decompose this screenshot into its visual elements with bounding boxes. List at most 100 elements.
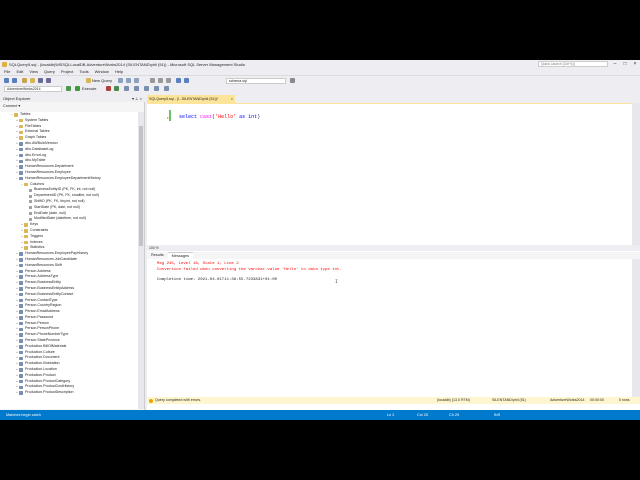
menu-window[interactable]: Window	[95, 68, 109, 75]
editor-horizontal-scrollbar[interactable]: 100 %	[147, 245, 640, 251]
menu-view[interactable]: View	[29, 68, 38, 75]
string-literal: 'Hello'	[215, 114, 237, 120]
messages-scrollbar[interactable]	[632, 259, 640, 397]
plan-icon[interactable]	[124, 86, 129, 91]
status-line: Ln 2	[387, 413, 395, 417]
pin-icon[interactable]: ▾ ⊥ ×	[132, 95, 142, 102]
keyword-select: select	[179, 114, 198, 120]
table-icon	[19, 142, 23, 146]
parse-icon[interactable]	[114, 86, 119, 91]
scroll-thumb[interactable]	[139, 126, 143, 246]
maximize-icon[interactable]: □	[620, 60, 630, 68]
code-line[interactable]: select cast('Hello' as int)	[179, 114, 260, 120]
table-icon	[19, 304, 23, 308]
menu-query[interactable]: Query	[44, 68, 55, 75]
object-tree[interactable]: − Tables + System Tables + FileTables + Externa…	[0, 112, 138, 409]
document-area: SQLQuery5.sql - (l...SILENTAND\phil (51)…	[147, 95, 640, 410]
new-query-icon[interactable]	[86, 78, 91, 83]
col-icon	[29, 211, 32, 215]
menu-tools[interactable]: Tools	[79, 68, 88, 75]
table-icon	[19, 147, 23, 152]
keyword-int: int	[248, 114, 258, 120]
tab-results[interactable]: Results	[147, 252, 168, 259]
object-explorer-scrollbar[interactable]	[138, 112, 144, 409]
table-icon	[19, 368, 23, 372]
folder-icon	[14, 113, 18, 117]
stop-icon[interactable]	[106, 86, 111, 91]
connect-dropdown[interactable]: Connect ▾	[3, 104, 20, 108]
object-explorer-toolbar: Connect ▾	[0, 102, 145, 110]
table-icon	[19, 269, 23, 274]
redo-icon[interactable]	[184, 78, 189, 83]
execute-button[interactable]: Execute	[82, 86, 96, 91]
zoom-level[interactable]: 100 %	[149, 246, 159, 250]
comment-icon[interactable]	[154, 86, 159, 91]
results-text-icon[interactable]	[144, 86, 149, 91]
minimize-icon[interactable]: –	[610, 60, 620, 68]
tab-sqlquery5[interactable]: SQLQuery5.sql - (l...SILENTAND\phil (51)…	[147, 95, 235, 103]
folder-icon	[19, 136, 23, 140]
status-column: Col 25	[417, 413, 428, 417]
folder-icon	[24, 223, 28, 227]
table-icon	[19, 159, 23, 164]
indent-icon[interactable]	[164, 86, 169, 91]
paste-icon[interactable]	[166, 78, 171, 83]
table-icon	[19, 287, 23, 291]
tab-close-icon[interactable]: ×	[231, 95, 233, 103]
new-project-icon[interactable]	[22, 78, 27, 83]
messages-pane[interactable]: Msg 245, Level 16, State 1, Line 2 Conve…	[147, 259, 632, 397]
table-icon	[19, 345, 23, 349]
back-icon[interactable]	[4, 78, 9, 83]
status-char: Ch 25	[449, 413, 460, 417]
query-type2-icon[interactable]	[126, 78, 131, 83]
menu-file[interactable]: File	[4, 68, 10, 75]
object-combo[interactable]: schema.sql	[226, 77, 286, 84]
standard-toolbar: New Query schema.sql	[0, 75, 640, 84]
close-icon[interactable]: ×	[630, 60, 640, 68]
undo-icon[interactable]	[176, 78, 181, 83]
menu-edit[interactable]: Edit	[16, 68, 23, 75]
table-icon	[19, 327, 23, 332]
cut-icon[interactable]	[150, 78, 155, 83]
tab-messages[interactable]: Messages	[167, 252, 193, 259]
mouse-cursor-icon: I	[335, 279, 339, 285]
copy-icon[interactable]	[158, 78, 163, 83]
table-icon	[19, 339, 23, 343]
menu-project[interactable]: Project	[61, 68, 73, 75]
find-icon[interactable]	[290, 78, 295, 83]
editor-vertical-scrollbar[interactable]	[632, 103, 640, 245]
table-icon	[19, 275, 23, 279]
query-type3-icon[interactable]	[134, 78, 139, 83]
folder-icon	[19, 130, 23, 135]
results-grid-icon[interactable]	[134, 86, 139, 91]
object-explorer-panel: Object Explorer ▾ ⊥ × Connect ▾ − Tables +…	[0, 95, 145, 410]
save-all-icon[interactable]	[46, 78, 51, 83]
menu-bar: File Edit View Query Project Tools Windo…	[0, 68, 640, 75]
tree-node[interactable]: + Production.ProductDescription	[0, 390, 138, 396]
table-icon	[19, 176, 23, 181]
save-icon[interactable]	[38, 78, 43, 83]
ssms-window: SQLQuery5.sql - (localdb)\MSSQLLocalDB.A…	[0, 60, 640, 420]
query-type-icon[interactable]	[118, 78, 123, 83]
database-combo[interactable]: AdventureWorks2014	[4, 85, 62, 92]
query-editor[interactable]: ▸ select cast('Hello' as int)	[147, 103, 632, 246]
query-status-bar: Query completed with errors. (localdb) (…	[147, 397, 640, 404]
quick-launch-input[interactable]: Quick Launch (Ctrl+Q)	[538, 61, 608, 67]
new-query-button[interactable]: New Query	[92, 78, 112, 83]
function-cast: cast	[200, 114, 213, 120]
table-icon	[19, 252, 23, 256]
col-icon	[29, 200, 32, 204]
folder-icon	[24, 246, 28, 250]
table-icon	[19, 350, 23, 355]
connect-icon[interactable]	[66, 86, 71, 91]
document-tabs: SQLQuery5.sql - (l...SILENTAND\phil (51)…	[147, 95, 640, 103]
table-icon	[19, 374, 23, 378]
execute-icon[interactable]	[75, 86, 80, 91]
open-file-icon[interactable]	[30, 78, 35, 83]
window-controls: – □ ×	[610, 60, 640, 68]
table-icon	[19, 316, 23, 320]
table-icon	[19, 165, 23, 169]
forward-icon[interactable]	[12, 78, 17, 83]
menu-help[interactable]: Help	[115, 68, 123, 75]
status-insert-mode: INS	[494, 413, 501, 417]
